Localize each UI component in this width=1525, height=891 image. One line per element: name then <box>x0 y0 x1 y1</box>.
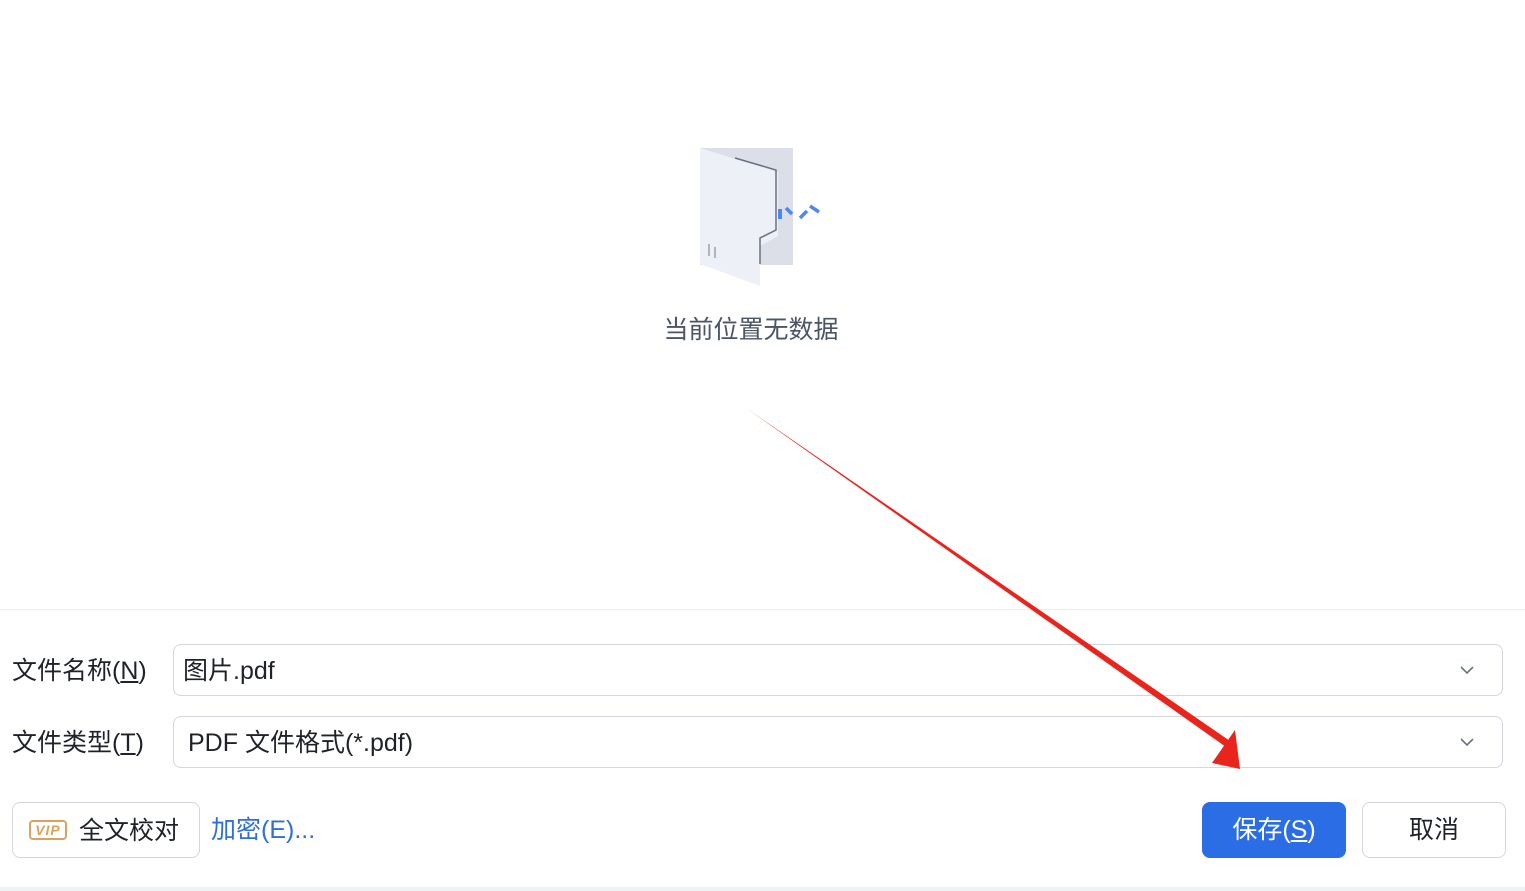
file-type-label: 文件类型(T) <box>12 725 144 761</box>
file-name-label-text: 文件名称( <box>12 657 121 685</box>
window-bottom-edge <box>0 887 1525 891</box>
cancel-button[interactable]: 取消 <box>1362 802 1506 858</box>
file-type-label-key: T <box>120 729 136 757</box>
encrypt-link[interactable]: 加密(E)... <box>211 812 315 848</box>
vip-badge-icon: VIP <box>29 820 67 840</box>
file-name-label: 文件名称(N) <box>12 653 147 689</box>
save-button-label: 保存( <box>1232 816 1291 844</box>
file-type-label-end: ) <box>135 729 144 757</box>
save-dialog: 当前位置无数据 文件名称(N) 图片.pdf 文件类型(T) PDF 文件格式(… <box>0 0 1525 891</box>
file-name-combobox[interactable]: 图片.pdf <box>173 644 1503 696</box>
divider <box>0 609 1525 610</box>
full-text-proofread-button[interactable]: VIP 全文校对 <box>12 802 200 858</box>
file-type-label-text: 文件类型( <box>12 729 121 757</box>
file-type-value: PDF 文件格式(*.pdf) <box>188 729 414 757</box>
empty-state-message: 当前位置无数据 <box>663 316 839 344</box>
file-list-area: 当前位置无数据 <box>0 0 1525 609</box>
chevron-down-icon[interactable] <box>1460 663 1474 677</box>
empty-folder-icon <box>700 148 820 286</box>
save-button-key: S <box>1290 816 1308 844</box>
save-button-label-end: ) <box>1307 816 1316 844</box>
chevron-down-icon[interactable] <box>1460 735 1474 749</box>
file-name-label-key: N <box>120 657 139 685</box>
file-type-select[interactable]: PDF 文件格式(*.pdf) <box>173 716 1503 768</box>
file-name-input[interactable]: 图片.pdf <box>183 653 275 689</box>
file-name-label-end: ) <box>138 657 147 685</box>
save-button[interactable]: 保存(S) <box>1202 802 1346 858</box>
full-text-proofread-label: 全文校对 <box>79 817 180 845</box>
